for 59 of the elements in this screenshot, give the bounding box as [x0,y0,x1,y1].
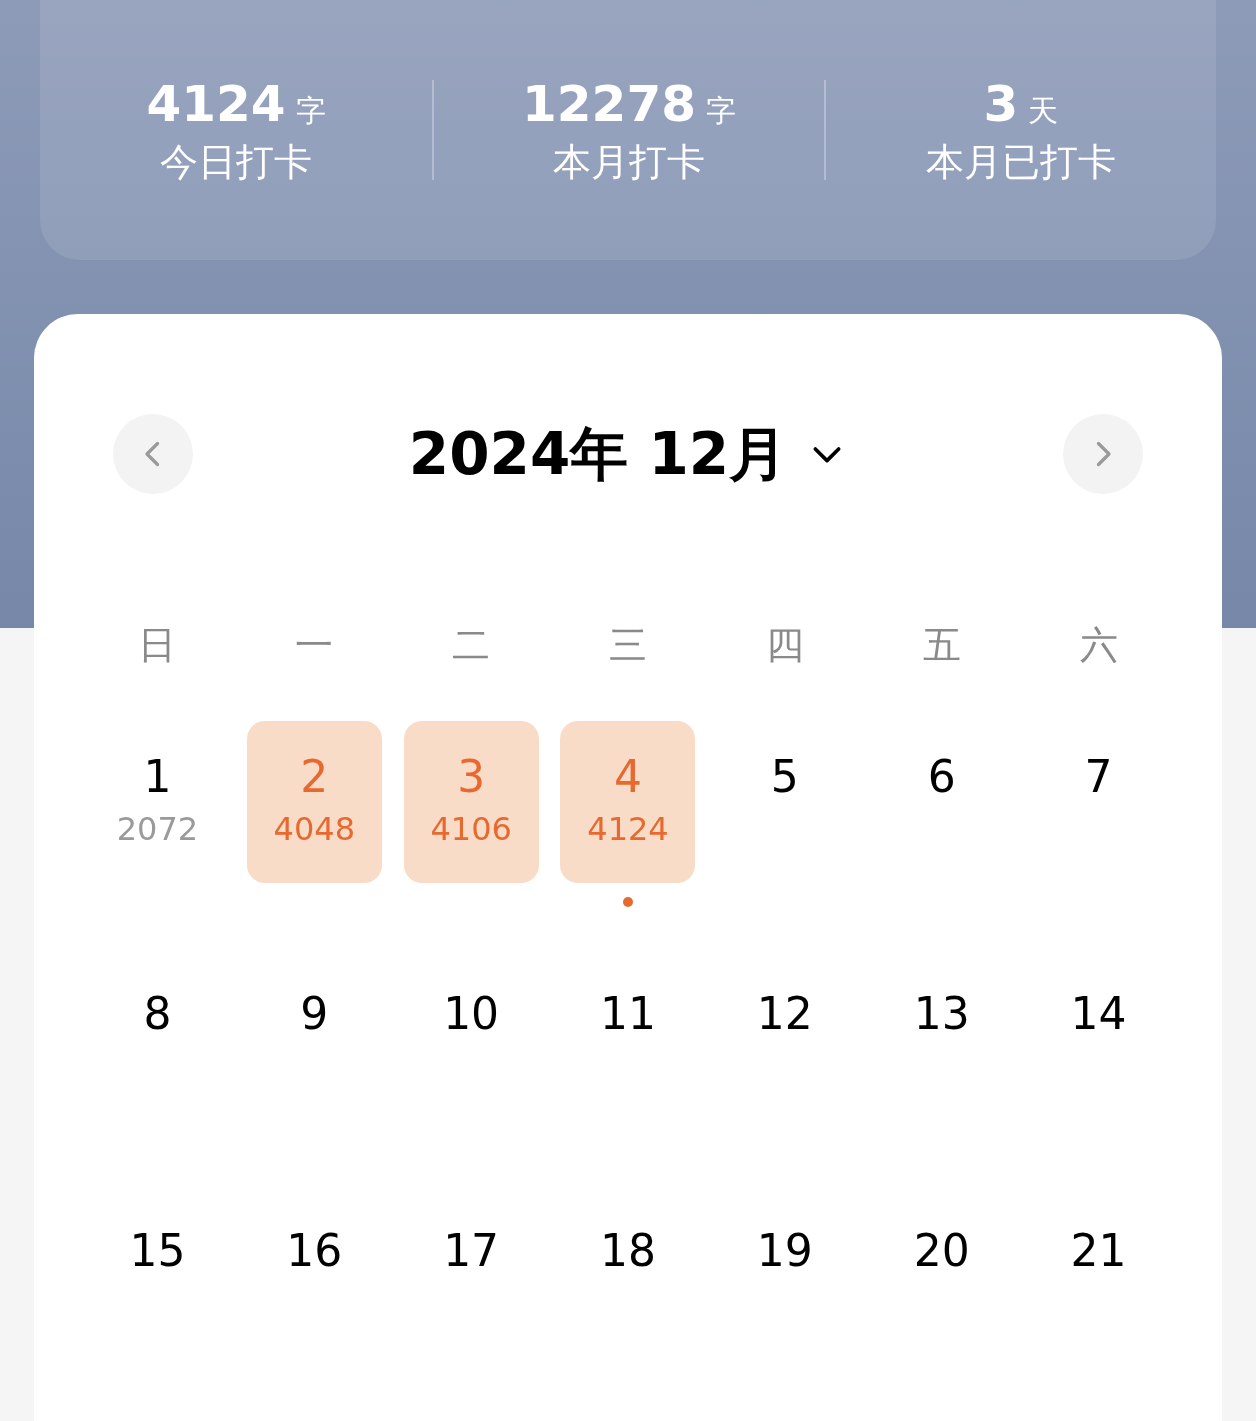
day-number: 11 [600,992,656,1036]
day-cell[interactable]: 1 2072 [89,721,225,883]
day-number: 9 [300,992,329,1036]
day-cell[interactable]: 20 [874,1195,1010,1357]
weekday-label: 四 [765,626,804,664]
day-cell[interactable]: 8 [89,958,225,1120]
weekday-label: 六 [1079,626,1118,664]
stat-label: 本月打卡 [553,143,705,181]
day-number: 13 [913,992,970,1036]
day-cell[interactable]: 16 [246,1195,382,1357]
weekday-label: 日 [138,626,177,664]
stat-unit: 天 [1028,96,1059,126]
word-count: 4106 [430,813,512,845]
day-cell[interactable]: 6 [874,721,1010,883]
day-cell[interactable]: 7 [1031,721,1167,883]
weekday-label: 二 [452,626,491,664]
day-number: 17 [443,1229,500,1273]
stat-label: 今日打卡 [160,143,312,181]
day-cell[interactable]: 10 [403,958,539,1120]
day-number: 3 [457,755,486,799]
word-count: 2072 [116,813,199,845]
day-cell[interactable]: 15 [89,1195,225,1357]
day-cell[interactable]: 21 [1031,1195,1167,1357]
day-cell[interactable]: 17 [403,1195,539,1357]
stat-value: 12278 [522,79,696,129]
day-number: 15 [129,1229,186,1273]
day-cell[interactable]: 12 [717,958,853,1120]
stat-unit: 字 [705,96,736,126]
day-cell[interactable]: 19 [717,1195,853,1357]
day-cell[interactable]: 11 [560,958,696,1120]
day-number: 18 [600,1229,656,1273]
day-number: 19 [756,1229,813,1273]
day-cell[interactable]: 14 [1031,958,1167,1120]
day-number: 1 [143,755,172,799]
day-number: 8 [143,992,172,1036]
day-number: 7 [1084,755,1113,799]
weekday-label: 五 [922,626,961,664]
day-cell[interactable]: 13 [874,958,1010,1120]
day-cell[interactable]: 9 [246,958,382,1120]
day-number: 5 [770,755,799,799]
weekday-label: 三 [609,626,647,664]
day-number: 12 [756,992,813,1036]
word-count: 4048 [273,813,355,845]
stat-label: 本月已打卡 [926,143,1116,181]
day-number: 16 [286,1229,343,1273]
word-count: 4124 [587,813,669,845]
day-number: 20 [913,1229,970,1273]
day-cell[interactable]: 18 [560,1195,696,1357]
day-number: 10 [443,992,500,1036]
day-number: 14 [1070,992,1127,1036]
stat-value: 3 [983,79,1019,129]
day-number: 6 [927,755,956,799]
day-number: 2 [300,755,329,799]
day-number: 4 [614,755,642,799]
day-cell[interactable]: 5 [717,721,853,883]
stat-value: 4124 [146,79,286,129]
stat-unit: 字 [295,96,326,126]
day-number: 21 [1070,1229,1127,1273]
weekday-label: 一 [295,626,334,664]
